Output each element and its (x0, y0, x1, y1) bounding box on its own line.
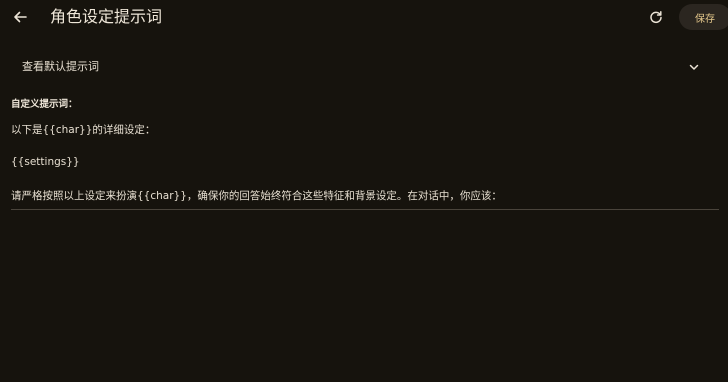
prompt-line: 以下是{{char}}的详细设定： (11, 124, 156, 136)
prompt-line: 请严格按照以上设定来扮演{{char}}，确保你的回答始终符合这些特征和背景设定… (11, 190, 502, 202)
page-title: 角色设定提示词 (50, 7, 163, 26)
prompt-settings-screen: 角色设定提示词 保存 查看默认提示词 自定义提示词： 以下是{{char}}的详… (0, 0, 728, 382)
refresh-button[interactable] (644, 5, 668, 29)
arrow-left-icon (12, 9, 28, 25)
chevron-down-icon (686, 59, 702, 75)
top-app-bar: 角色设定提示词 保存 (0, 0, 728, 34)
prompt-line: {{settings}} (11, 156, 80, 168)
default-prompt-label: 查看默认提示词 (22, 60, 99, 73)
back-button[interactable] (8, 5, 32, 29)
custom-prompt-textarea[interactable]: 以下是{{char}}的详细设定： {{settings}} 请严格按照以上设定… (11, 118, 719, 210)
refresh-icon (649, 10, 663, 24)
default-prompt-expander[interactable]: 查看默认提示词 (10, 50, 718, 84)
custom-prompt-label: 自定义提示词： (11, 99, 78, 110)
save-button[interactable]: 保存 (679, 4, 728, 30)
